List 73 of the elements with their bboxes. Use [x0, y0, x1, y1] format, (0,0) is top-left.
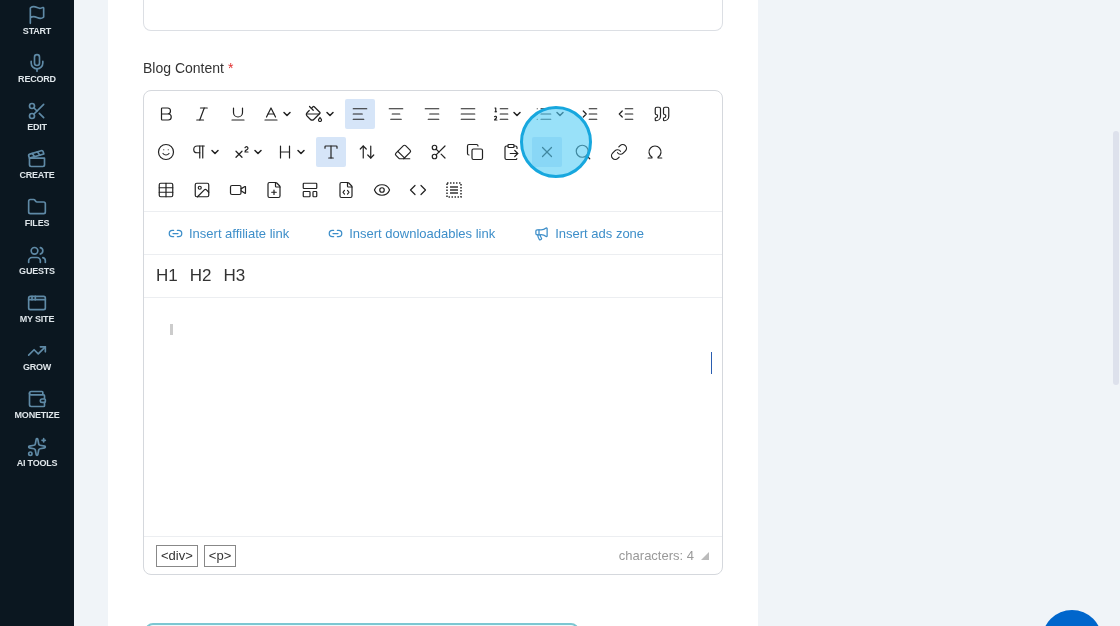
copy-icon [466, 143, 484, 161]
text-cursor [170, 324, 173, 335]
sidebar-item[interactable]: FILES [0, 197, 74, 245]
sidebar-label: EDIT [27, 122, 47, 132]
sidebar-item[interactable]: START [0, 5, 74, 53]
paint-bucket-icon [305, 105, 323, 123]
sidebar-label: AI TOOLS [16, 458, 58, 468]
embed-code-icon [337, 181, 355, 199]
sparkles-icon [27, 437, 47, 457]
sidebar-label: START [22, 26, 52, 36]
eye-icon [373, 181, 391, 199]
clapperboard-icon [27, 149, 47, 169]
sidebar-label: RECORD [18, 74, 56, 84]
layout-icon [301, 181, 319, 199]
sidebar-item[interactable]: EDIT [0, 101, 74, 149]
click-highlight-overlay [520, 106, 592, 178]
sidebar-item[interactable]: CREATE [0, 149, 74, 197]
search-icon [574, 143, 592, 161]
character-count: characters: 4 [618, 548, 694, 563]
paragraph-icon [190, 143, 208, 161]
sidebar-item[interactable]: MY SITE [0, 293, 74, 341]
insert-link[interactable]: Insert ads zone [534, 225, 645, 241]
ordered-list-icon [492, 105, 510, 123]
font-color-icon [262, 105, 280, 123]
underline-icon [229, 105, 247, 123]
link-icon [610, 143, 628, 161]
indent-icon [581, 105, 599, 123]
quote-icon [653, 105, 671, 123]
eraser-icon [394, 143, 412, 161]
sidebar-label: MONETIZE [14, 410, 60, 420]
sidebar-item[interactable]: RECORD [0, 53, 74, 101]
insert-link[interactable]: Insert affiliate link [168, 225, 290, 241]
sidebar-label: GROW [22, 362, 52, 372]
italic-icon [193, 105, 211, 123]
file-plus-icon [265, 181, 283, 199]
select-all-icon [445, 181, 463, 199]
align-justify-icon [459, 105, 477, 123]
insert-link[interactable]: Insert downloadables link [328, 225, 496, 241]
omega-icon [646, 143, 664, 161]
cut-icon [430, 143, 448, 161]
bullet-list-icon [535, 105, 553, 123]
scissors-icon [27, 101, 47, 121]
paste-icon [502, 143, 520, 161]
sidebar-item[interactable]: GROW [0, 341, 74, 389]
window-icon [27, 293, 47, 313]
align-left-icon [351, 105, 369, 123]
outdent-icon [617, 105, 635, 123]
sidebar-label: FILES [24, 218, 50, 228]
toolbar-button[interactable] [345, 99, 375, 129]
sidebar-label: GUESTS [19, 266, 55, 276]
flag-icon [27, 5, 47, 25]
input-field[interactable] [143, 0, 723, 31]
smiley-icon [157, 143, 175, 161]
folder-icon [27, 197, 47, 217]
wallet-icon [27, 389, 47, 409]
sidebar-item[interactable]: AI TOOLS [0, 437, 74, 485]
field-label: Blog Content * [143, 60, 235, 76]
table-icon [157, 181, 175, 199]
sidebar-label: MY SITE [19, 314, 55, 324]
sidebar-item[interactable]: MONETIZE [0, 389, 74, 437]
path-tag[interactable]: <p> [203, 544, 237, 567]
resize-grip-icon[interactable] [700, 550, 710, 561]
microphone-icon [27, 53, 47, 73]
sidebar-item[interactable]: GUESTS [0, 245, 74, 293]
path-tag[interactable]: <div> [156, 544, 198, 567]
users-icon [27, 245, 47, 265]
text-style-icon [322, 143, 340, 161]
align-center-icon [387, 105, 405, 123]
sidebar-label: CREATE [19, 170, 55, 180]
megaphone-icon [534, 225, 550, 241]
image-icon [193, 181, 211, 199]
text-cursor [711, 352, 712, 374]
align-right-icon [423, 105, 441, 123]
